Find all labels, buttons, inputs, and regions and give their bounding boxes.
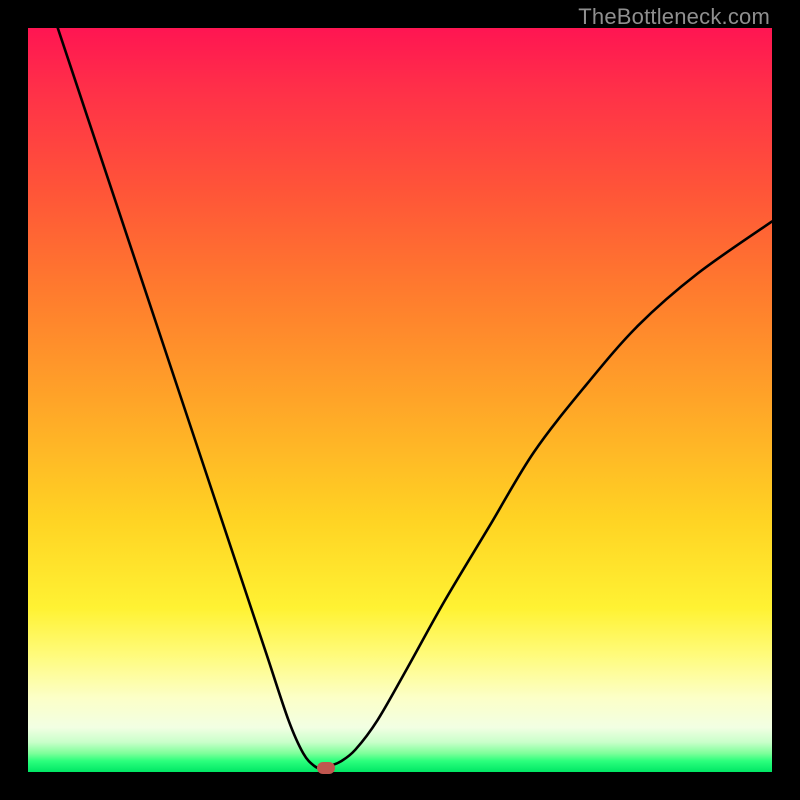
bottleneck-curve bbox=[28, 28, 772, 772]
watermark-text: TheBottleneck.com bbox=[578, 4, 770, 30]
min-marker bbox=[317, 762, 335, 774]
chart-frame: TheBottleneck.com bbox=[0, 0, 800, 800]
